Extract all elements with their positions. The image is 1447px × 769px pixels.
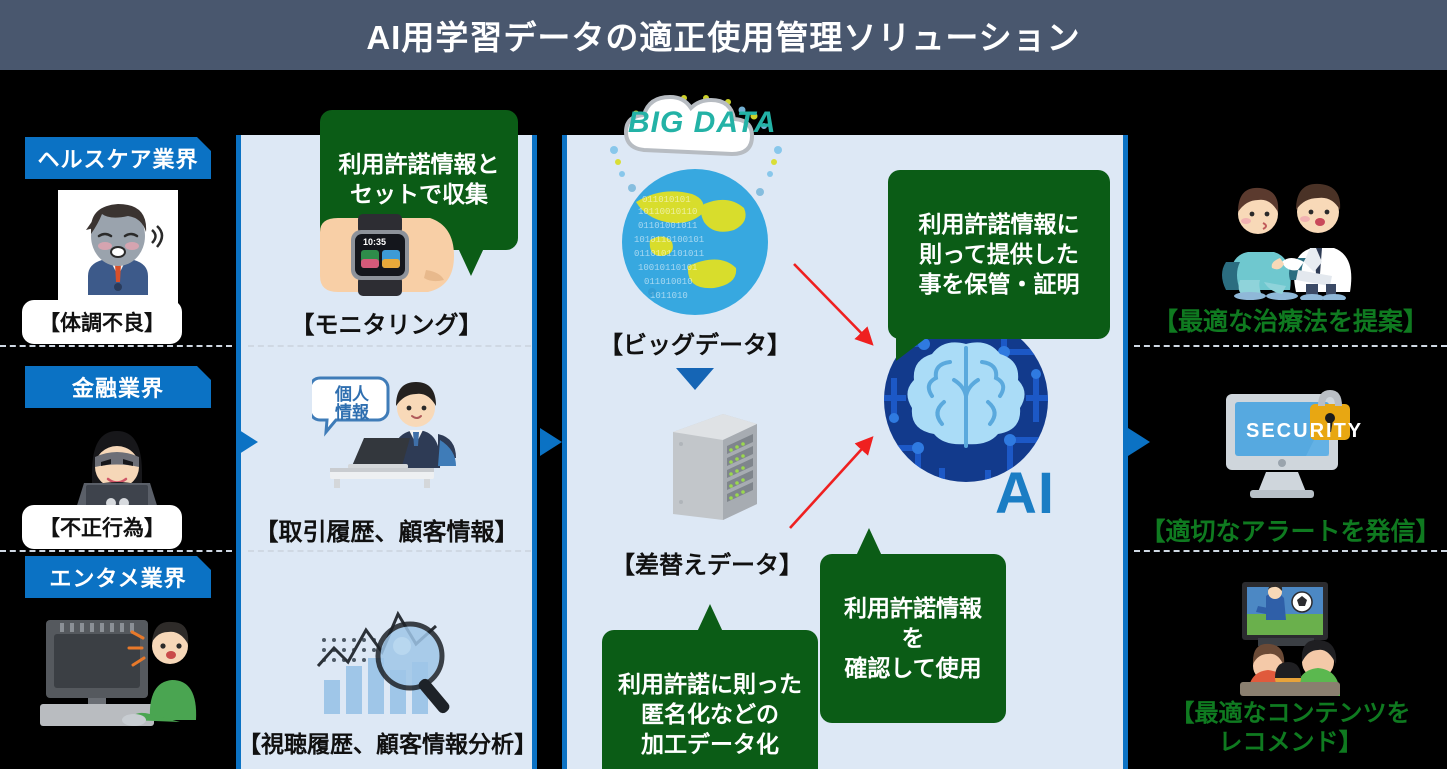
svg-text:0110101101011: 0110101101011: [634, 249, 704, 259]
page-title: AI用学習データの適正使用管理ソリューション: [366, 19, 1081, 56]
industry-badge-entertainment: エンタメ業界: [25, 556, 211, 598]
row-divider-1-right: [1134, 345, 1447, 347]
tv-watching-icon: [30, 610, 210, 730]
industry-healthcare[interactable]: ヘルスケア業界: [0, 137, 236, 179]
smartwatch-time: 10:35: [363, 237, 387, 247]
collect-label-transactions: 【取引履歴、顧客情報】: [254, 519, 519, 546]
callout-tail: [458, 247, 484, 276]
row-divider-2-right: [1134, 550, 1447, 552]
industry-caption-healthcare: 【体調不良】: [22, 300, 182, 344]
svg-text:011010101: 011010101: [642, 195, 691, 205]
flow-arrow-into-collection: [236, 428, 258, 456]
svg-text:10110010110: 10110010110: [638, 207, 697, 217]
industry-badge-healthcare: ヘルスケア業界: [25, 137, 211, 179]
doctor-patient-icon: [1210, 170, 1370, 300]
row-divider-2-mid: [248, 550, 531, 552]
smartwatch-icon: 10:35: [318, 212, 458, 298]
collect-label-viewing: 【視聴履歴、顧客情報分析】: [238, 731, 537, 757]
industry-entertainment[interactable]: エンタメ業界: [0, 556, 236, 598]
use-callout: 利用許諾情報を 確認して使用: [820, 528, 1006, 724]
bigdata-label: 【ビッグデータ】: [599, 332, 791, 359]
svg-text:10010110101: 10010110101: [638, 263, 697, 273]
collect-callout-text: 利用許諾情報と セットで収集: [338, 150, 500, 207]
analytics-magnifier-icon: [310, 600, 470, 720]
callout-tail: [896, 335, 930, 362]
svg-text:01101001011: 01101001011: [638, 221, 697, 231]
outcome-label-alert: 【適切なアラートを発信】: [1140, 518, 1441, 546]
svg-text:011010010: 011010010: [644, 277, 693, 287]
red-arrow-bigdata-to-ai: [793, 263, 874, 346]
row-divider-1-mid: [248, 345, 531, 347]
security-screen-word: SECURITY: [1246, 420, 1364, 442]
red-arrow-replacement-to-ai: [789, 436, 874, 529]
row-divider-1-left: [0, 345, 232, 347]
anonymize-callout-text: 利用許諾に則った 匿名化などの 加工データ化: [618, 670, 802, 757]
flow-arrow-into-outcomes: [1128, 428, 1150, 456]
infographic-canvas: AI用学習データの適正使用管理ソリューション ヘルスケア業界 【体調不良】 金融…: [0, 0, 1447, 769]
proof-callout: 利用許諾情報に 則って提供した 事を保管・証明: [888, 170, 1110, 362]
flow-arrow-into-processing: [540, 428, 562, 456]
industry-badge-finance: 金融業界: [25, 366, 211, 408]
outcome-label-recommend: 【最適なコンテンツを レコメンド】: [1170, 700, 1411, 756]
downward-flow-triangle: [676, 368, 714, 390]
industry-finance[interactable]: 金融業界: [0, 366, 236, 408]
collect-label-monitoring: 【モニタリング】: [290, 312, 483, 339]
use-callout-text: 利用許諾情報を 確認して使用: [844, 594, 982, 681]
bigdata-word: BIG DATA: [628, 106, 777, 139]
ai-label: AI: [995, 461, 1055, 526]
industry-caption-finance: 【不正行為】: [22, 505, 182, 549]
family-tv-icon: [1218, 578, 1358, 698]
replacement-data-label: 【差替えデータ】: [611, 552, 803, 579]
svg-text:1010110100101: 1010110100101: [634, 235, 704, 245]
callout-tail: [697, 604, 723, 632]
office-worker-laptop-icon: 個人 情報: [312, 368, 462, 488]
bigdata-globe-icon: 10110010110 01101001011 1010110100101 0110…: [592, 92, 798, 322]
outcome-label-treatment: 【最適な治療法を提案】: [1152, 308, 1428, 336]
sick-person-icon: [58, 190, 178, 310]
personal-info-bubble-label: 個人 情報: [335, 385, 369, 422]
security-monitor-icon: SECURITY: [1216, 380, 1366, 510]
callout-tail: [856, 528, 882, 556]
row-divider-2-left: [0, 550, 232, 552]
anonymize-callout: 利用許諾に則った 匿名化などの 加工データ化: [602, 604, 818, 769]
proof-callout-text: 利用許諾情報に 則って提供した 事を保管・証明: [918, 210, 1080, 297]
header-bar: AI用学習データの適正使用管理ソリューション: [0, 0, 1447, 70]
server-rack-icon: [665, 410, 765, 530]
